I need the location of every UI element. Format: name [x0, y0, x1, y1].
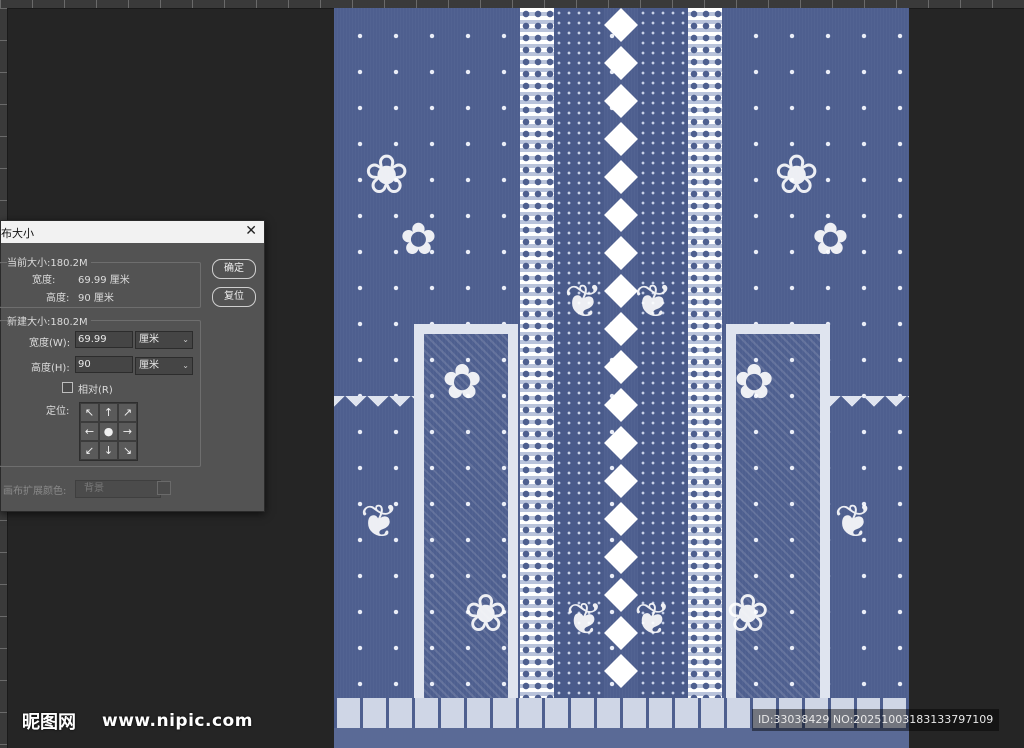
leaf-motif-icon: ❦ — [834, 494, 873, 548]
close-icon[interactable]: ✕ — [245, 223, 257, 239]
canvas-size-dialog: 布大小 ✕ 当前大小:180.2M 宽度: 69.99 厘米 高度: 90 厘米… — [0, 220, 265, 512]
watermark-id: ID:33038429 NO:20251003183133797109 — [752, 709, 1000, 731]
bottom-fabric-strip — [334, 728, 909, 748]
arrow-up-icon[interactable]: ↑ — [99, 403, 118, 422]
floral-spray-icon: ✿ — [400, 214, 437, 265]
width-input[interactable]: 69.99 — [75, 331, 133, 348]
leaf-motif-icon: ❦ — [360, 494, 399, 548]
arrow-up-left-icon[interactable]: ↖ — [80, 403, 99, 422]
diamond-motif — [604, 502, 638, 536]
height-unit-value: 厘米 — [139, 360, 159, 371]
diamond-motif — [604, 46, 638, 80]
diamond-motif — [604, 198, 638, 232]
current-size-label: 当前大小:180.2M — [7, 254, 91, 269]
zigzag-border-left — [334, 396, 414, 418]
dialog-titlebar[interactable]: 布大小 ✕ — [1, 221, 264, 243]
diamond-motif — [604, 312, 638, 346]
extension-color-label: 画布扩展颜色: — [3, 486, 67, 497]
arrow-up-right-icon[interactable]: ↗ — [118, 403, 137, 422]
arrow-left-icon[interactable]: ← — [80, 422, 99, 441]
leaf-motif-icon: ❦ — [634, 274, 673, 328]
floral-spray-icon: ❀ — [464, 584, 508, 644]
floral-spray-icon: ✿ — [734, 354, 775, 410]
current-width-label: 宽度: — [32, 275, 56, 286]
leaf-motif-icon: ❦ — [634, 594, 671, 645]
diamond-motif — [604, 350, 638, 384]
diamond-motif — [604, 274, 638, 308]
diamond-motif — [604, 8, 638, 42]
ok-button[interactable]: 确定 — [212, 259, 256, 279]
floral-spray-icon: ❀ — [726, 584, 770, 644]
extension-color-swatch[interactable] — [157, 481, 171, 495]
chevron-down-icon: ⌄ — [182, 361, 189, 370]
floral-spray-icon: ❀ — [364, 143, 410, 206]
diamond-motif — [604, 160, 638, 194]
watermark-url: www.nipic.com — [102, 711, 253, 731]
zigzag-border-right — [830, 396, 909, 418]
lace-border-left — [520, 8, 554, 698]
relative-label: 相对(R) — [78, 385, 113, 396]
diamond-motif — [604, 616, 638, 650]
width-unit-value: 厘米 — [139, 334, 159, 345]
new-height-label: 高度(H): — [31, 363, 70, 374]
new-width-label: 宽度(W): — [29, 338, 71, 349]
arrow-down-icon[interactable]: ↓ — [99, 441, 118, 460]
height-input[interactable]: 90 — [75, 356, 133, 373]
current-height-label: 高度: — [46, 293, 70, 304]
floral-spray-icon: ✿ — [812, 214, 849, 265]
diamond-motif — [604, 540, 638, 574]
floral-spray-icon: ✿ — [442, 354, 483, 410]
leaf-motif-icon: ❦ — [566, 594, 603, 645]
anchor-center-dot-icon[interactable]: ● — [99, 422, 118, 441]
current-height-value: 90 厘米 — [78, 293, 114, 304]
anchor-grid[interactable]: ↖ ↑ ↗ ← ● → ↙ ↓ ↘ — [79, 402, 138, 461]
diamond-motif — [604, 84, 638, 118]
arrow-down-left-icon[interactable]: ↙ — [80, 441, 99, 460]
leaf-motif-icon: ❦ — [564, 274, 603, 328]
lace-border-right — [688, 8, 722, 698]
diamond-motif — [604, 388, 638, 422]
diamond-motif — [604, 654, 638, 688]
current-width-value: 69.99 厘米 — [78, 275, 130, 286]
width-unit-select[interactable]: 厘米 ⌄ — [135, 331, 193, 349]
new-size-label: 新建大小:180.2M — [7, 313, 91, 328]
extension-color-value: 背景 — [84, 483, 104, 494]
diamond-motif — [604, 236, 638, 270]
diamond-motif — [604, 122, 638, 156]
extension-color-select[interactable]: 背景 — [75, 480, 161, 498]
arrow-down-right-icon[interactable]: ↘ — [118, 441, 137, 460]
relative-checkbox[interactable] — [62, 382, 73, 393]
diamond-motif — [604, 426, 638, 460]
floral-spray-icon: ❀ — [774, 143, 820, 206]
document-canvas[interactable]: ❀ ✿ ❦ ❦ ❀ ✿ ✿ ✿ ❦ ❦ ❀ ❀ ❦ ❦ — [334, 8, 909, 748]
arrow-right-icon[interactable]: → — [118, 422, 137, 441]
reset-button[interactable]: 复位 — [212, 287, 256, 307]
diamond-motif — [604, 464, 638, 498]
diamond-motif — [604, 578, 638, 612]
chevron-down-icon: ⌄ — [182, 335, 189, 344]
height-unit-select[interactable]: 厘米 ⌄ — [135, 357, 193, 375]
watermark-logo: 昵图网 — [22, 712, 76, 733]
dialog-title: 布大小 — [1, 227, 34, 240]
anchor-label: 定位: — [46, 406, 70, 417]
